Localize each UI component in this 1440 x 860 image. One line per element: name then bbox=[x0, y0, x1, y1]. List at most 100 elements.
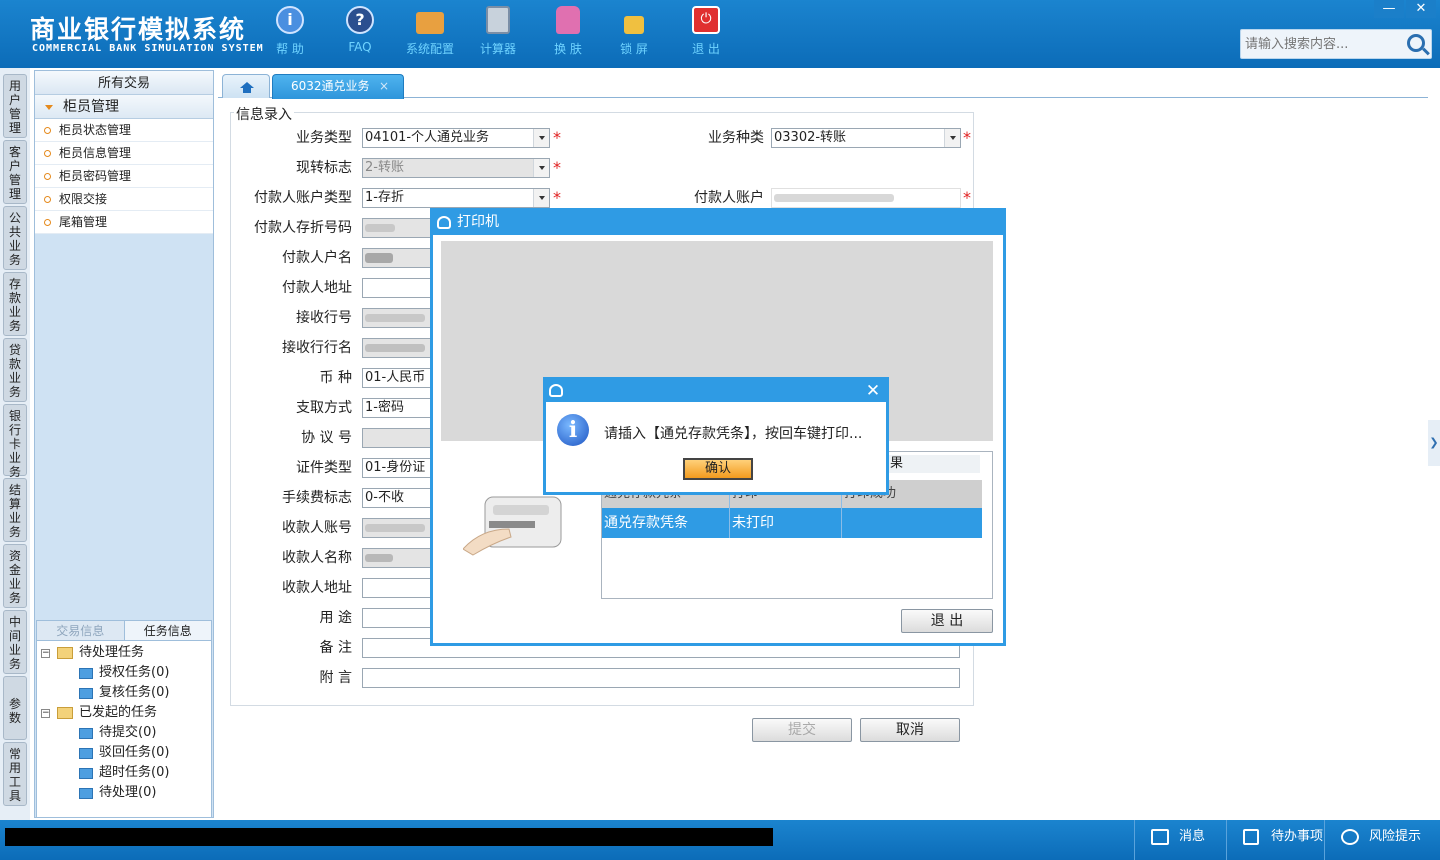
blurred-value bbox=[774, 194, 894, 202]
cancel-button[interactable]: 取消 bbox=[860, 718, 960, 742]
tab-close-icon[interactable]: × bbox=[379, 75, 389, 97]
payee-addr-input[interactable] bbox=[362, 578, 432, 598]
biz-type-select[interactable]: 04101-个人通兑业务 bbox=[362, 128, 550, 148]
nav-item-teller-info[interactable]: 柜员信息管理 bbox=[35, 142, 213, 165]
checkbox-icon bbox=[1243, 829, 1259, 845]
tab-customer-mgmt[interactable]: 客户管理 bbox=[3, 140, 27, 204]
postscript-label: 附 言 bbox=[319, 670, 352, 686]
tree-node-initiated[interactable]: − 已发起的任务 bbox=[37, 703, 211, 723]
system-config-button[interactable]: 系统配置 bbox=[402, 6, 458, 57]
tab-settlement-biz[interactable]: 结算业务 bbox=[3, 478, 27, 542]
payee-addr-label: 收款人地址 bbox=[282, 580, 352, 596]
payer-addr-label: 付款人地址 bbox=[282, 280, 352, 296]
fee-flag-select[interactable]: 0-不收 bbox=[362, 488, 432, 508]
currency-select[interactable]: 01-人民币 bbox=[362, 368, 432, 388]
todo-button[interactable]: 待办事项 bbox=[1226, 820, 1324, 860]
tree-node-to-process[interactable]: 待处理(0) bbox=[37, 783, 211, 803]
help-button[interactable]: i 帮 助 bbox=[262, 6, 318, 57]
table-row[interactable]: 通兑存款凭条 未打印 bbox=[602, 508, 982, 538]
tab-trade-info[interactable]: 交易信息 bbox=[37, 621, 124, 640]
messages-button[interactable]: 消息 bbox=[1134, 820, 1226, 860]
nav-item-permission-handover[interactable]: 权限交接 bbox=[35, 188, 213, 211]
payee-acct-input[interactable] bbox=[362, 518, 432, 538]
tab-user-mgmt[interactable]: 用户管理 bbox=[3, 74, 27, 138]
payer-name-input[interactable] bbox=[362, 248, 432, 268]
tab-common-tools[interactable]: 常用工具 bbox=[3, 742, 27, 806]
cash-flag-label: 现转标志 bbox=[296, 160, 352, 176]
folder-icon bbox=[79, 728, 93, 739]
payer-addr-input[interactable] bbox=[362, 278, 432, 298]
tab-loan-biz[interactable]: 贷款业务 bbox=[3, 338, 27, 402]
nav-item-teller-status[interactable]: 柜员状态管理 bbox=[35, 119, 213, 142]
tab-deposit-biz[interactable]: 存款业务 bbox=[3, 272, 27, 336]
cash-flag-select[interactable]: 2-转账 bbox=[362, 158, 550, 178]
search-input[interactable] bbox=[1241, 30, 1401, 58]
payee-name-input[interactable] bbox=[362, 548, 432, 568]
chevron-down-icon bbox=[533, 189, 549, 207]
nav-header[interactable]: 所有交易 bbox=[35, 71, 213, 95]
lock-button[interactable]: 锁 屏 bbox=[606, 6, 662, 57]
exit-button[interactable]: ⏻ 退 出 bbox=[678, 6, 734, 57]
search-icon[interactable] bbox=[1407, 34, 1425, 52]
app-subtitle: COMMERCIAL BANK SIMULATION SYSTEM bbox=[32, 43, 264, 54]
cert-type-select[interactable]: 01-身份证 bbox=[362, 458, 432, 478]
tab-params[interactable]: 参数 bbox=[3, 676, 27, 740]
tab-public-biz[interactable]: 公共业务 bbox=[3, 206, 27, 270]
power-icon: ⏻ bbox=[692, 6, 720, 34]
tab-intermediary-biz[interactable]: 中间业务 bbox=[3, 610, 27, 674]
expand-right-handle[interactable]: ❯ bbox=[1428, 420, 1440, 466]
task-tree: − 待处理任务 授权任务(0) 复核任务(0) − 已发起的任务 待提交(0) … bbox=[37, 641, 211, 803]
recv-bank-no-input[interactable] bbox=[362, 308, 432, 328]
app-logo-icon bbox=[549, 384, 563, 397]
payer-book-no-input[interactable] bbox=[362, 218, 432, 238]
printer-exit-button[interactable]: 退 出 bbox=[901, 609, 993, 633]
agreement-input[interactable] bbox=[362, 428, 432, 448]
info-icon: i bbox=[557, 414, 589, 446]
collapse-icon[interactable]: − bbox=[41, 709, 50, 718]
tab-task-info[interactable]: 任务信息 bbox=[123, 621, 211, 640]
risk-alert-button[interactable]: 风险提示 bbox=[1324, 820, 1440, 860]
app-logo-icon bbox=[437, 216, 451, 229]
message-text: 请插入【通兑存款凭条】，按回车键打印... bbox=[604, 426, 863, 442]
nav-group-teller[interactable]: 柜员管理 bbox=[35, 95, 213, 119]
collapse-icon[interactable]: − bbox=[41, 649, 50, 658]
folder-icon bbox=[79, 688, 93, 699]
tree-node-rejected[interactable]: 驳回任务(0) bbox=[37, 743, 211, 763]
purpose-input[interactable] bbox=[362, 608, 432, 628]
minimize-button[interactable]: — bbox=[1374, 0, 1404, 18]
tree-node-pending[interactable]: − 待处理任务 bbox=[37, 643, 211, 663]
recv-bank-name-input[interactable] bbox=[362, 338, 432, 358]
withdraw-select[interactable]: 1-密码 bbox=[362, 398, 432, 418]
folder-icon bbox=[79, 768, 93, 779]
tab-fund-biz[interactable]: 资金业务 bbox=[3, 544, 27, 608]
payer-acct-type-select[interactable]: 1-存折 bbox=[362, 188, 550, 208]
tab-bar: 6032通兑业务 × bbox=[218, 70, 1428, 99]
postscript-input[interactable] bbox=[362, 668, 960, 688]
message-dialog: ✕ i 请插入【通兑存款凭条】，按回车键打印... 确认 bbox=[543, 377, 889, 495]
tab-home[interactable] bbox=[222, 74, 270, 98]
status-message-area bbox=[5, 828, 773, 846]
tree-node-auth[interactable]: 授权任务(0) bbox=[37, 663, 211, 683]
tab-6032-transfer[interactable]: 6032通兑业务 × bbox=[272, 74, 404, 99]
confirm-button[interactable]: 确认 bbox=[683, 458, 753, 480]
tree-node-to-submit[interactable]: 待提交(0) bbox=[37, 723, 211, 743]
close-button[interactable]: ✕ bbox=[1406, 0, 1436, 18]
remark-label: 备 注 bbox=[319, 640, 352, 656]
nav-item-teller-password[interactable]: 柜员密码管理 bbox=[35, 165, 213, 188]
search-box bbox=[1240, 29, 1432, 59]
message-close-button[interactable]: ✕ bbox=[862, 380, 884, 402]
tree-node-timeout[interactable]: 超时任务(0) bbox=[37, 763, 211, 783]
calculator-button[interactable]: 计算器 bbox=[470, 6, 526, 57]
tree-node-review[interactable]: 复核任务(0) bbox=[37, 683, 211, 703]
app-title: 商业银行模拟系统 bbox=[30, 15, 247, 44]
app-header: 商业银行模拟系统 COMMERCIAL BANK SIMULATION SYST… bbox=[0, 0, 1440, 68]
tab-card-biz[interactable]: 银行卡业务 bbox=[3, 404, 27, 479]
currency-label: 币 种 bbox=[319, 370, 352, 386]
payer-acct-input[interactable] bbox=[771, 188, 961, 208]
nav-item-tail-box[interactable]: 尾箱管理 bbox=[35, 211, 213, 234]
faq-button[interactable]: ? FAQ bbox=[332, 6, 388, 54]
submit-button[interactable]: 提交 bbox=[752, 718, 852, 742]
biz-kind-select[interactable]: 03302-转账 bbox=[771, 128, 961, 148]
skin-button[interactable]: 换 肤 bbox=[540, 6, 596, 57]
section-title: 信息录入 bbox=[234, 104, 294, 124]
